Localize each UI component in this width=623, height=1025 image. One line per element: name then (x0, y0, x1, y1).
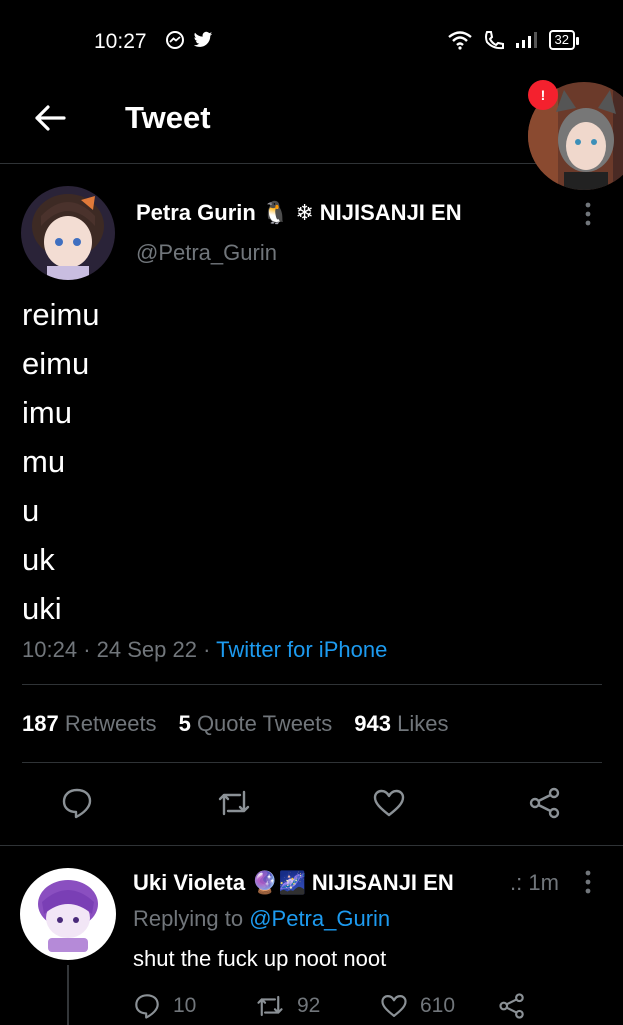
reply-author-name-line[interactable]: Uki Violeta 🔮🌌 NIJISANJI EN (133, 870, 454, 896)
tweet-stats: 187 Retweets 5 Quote Tweets 943 Likes (22, 711, 448, 737)
replying-mention-link[interactable]: @Petra_Gurin (249, 906, 390, 931)
tweet-line: uki (22, 591, 62, 626)
stats-divider (22, 762, 602, 763)
reply-share-button[interactable] (498, 992, 526, 1020)
reply-icon (62, 788, 92, 819)
wifi-icon (447, 31, 472, 50)
meta-divider (22, 684, 602, 685)
tweet-divider (0, 845, 623, 846)
status-system-icons: 32 (447, 30, 580, 50)
reply-display-name: Uki Violeta (133, 870, 246, 895)
author-display-name: Petra Gurin (136, 200, 256, 225)
reply-retweet-button[interactable]: 92 (255, 992, 320, 1020)
reply-time: .: 1m (510, 870, 559, 895)
reply-icon (135, 994, 159, 1019)
back-button[interactable] (30, 98, 70, 138)
tweet-line: eimu (22, 346, 90, 381)
like-icon (381, 995, 407, 1017)
likes-stat[interactable]: 943 Likes (354, 711, 448, 737)
tweet-source-link[interactable]: Twitter for iPhone (216, 637, 387, 662)
signal-icon (515, 32, 537, 48)
battery-indicator: 32 (548, 30, 580, 50)
retweet-button[interactable] (216, 786, 250, 820)
reply-button[interactable] (60, 786, 94, 820)
like-icon (373, 789, 405, 817)
replying-prefix: Replying to (133, 906, 244, 931)
header-divider (0, 163, 623, 164)
likes-label: Likes (397, 711, 449, 736)
thread-line (67, 965, 69, 1025)
likes-count: 943 (354, 711, 391, 736)
tweet-meta: 10:24 · 24 Sep 22 · Twitter for iPhone (22, 637, 388, 662)
tweet-line: u (22, 493, 40, 528)
reply-reply-count: 10 (173, 994, 197, 1017)
messenger-icon (166, 31, 184, 49)
tweet-line: imu (22, 395, 72, 430)
retweets-count: 187 (22, 711, 59, 736)
reply-like-count: 610 (420, 994, 456, 1017)
replying-to: Replying to @Petra_Gurin (133, 906, 390, 932)
reply-like-button[interactable]: 610 (380, 992, 455, 1020)
share-icon (529, 787, 560, 819)
reply-more-button[interactable] (580, 868, 596, 896)
share-icon (499, 993, 524, 1019)
quotes-stat[interactable]: 5 Quote Tweets (179, 711, 333, 737)
tweet-time: 10:24 (22, 637, 78, 662)
twitter-icon (193, 31, 213, 47)
retweet-icon (257, 995, 283, 1017)
tweet-line: mu (22, 444, 66, 479)
more-icon (585, 870, 591, 894)
reply-text: shut the fuck up noot noot (133, 946, 387, 971)
reply-author-avatar[interactable] (20, 868, 116, 960)
status-notification-icons (165, 30, 213, 50)
tweet-line: reimu (22, 297, 100, 332)
author-name-line[interactable]: Petra Gurin 🐧 ❄ NIJISANJI EN (136, 200, 462, 226)
tweet-more-button[interactable] (578, 200, 598, 228)
quotes-label: Quote Tweets (196, 711, 333, 736)
more-icon (585, 202, 591, 226)
tweet-text: reimu eimu imu mu u uk uki (22, 290, 100, 633)
quotes-count: 5 (178, 711, 191, 736)
reply-affiliation: NIJISANJI EN (311, 870, 454, 895)
retweets-label: Retweets (64, 711, 157, 736)
share-button[interactable] (528, 786, 562, 820)
reply-reply-button[interactable]: 10 (133, 992, 196, 1020)
retweets-stat[interactable]: 187 Retweets (22, 711, 157, 737)
notification-badge: ! (528, 80, 558, 110)
tweet-line: uk (22, 542, 55, 577)
author-name-emoji: 🐧 ❄ (261, 200, 314, 225)
status-time: 10:27 (94, 30, 147, 53)
retweet-icon (218, 790, 250, 816)
back-arrow-icon (35, 105, 66, 131)
page-title: Tweet (125, 100, 211, 135)
tweet-date: 24 Sep 22 (96, 637, 197, 662)
call-icon (484, 31, 504, 50)
reply-retweet-count: 92 (297, 994, 321, 1017)
like-button[interactable] (372, 786, 406, 820)
author-handle[interactable]: @Petra_Gurin (136, 240, 277, 266)
reply-name-emoji: 🔮🌌 (251, 870, 306, 895)
author-affiliation: NIJISANJI EN (319, 200, 462, 225)
author-avatar[interactable] (21, 186, 115, 280)
